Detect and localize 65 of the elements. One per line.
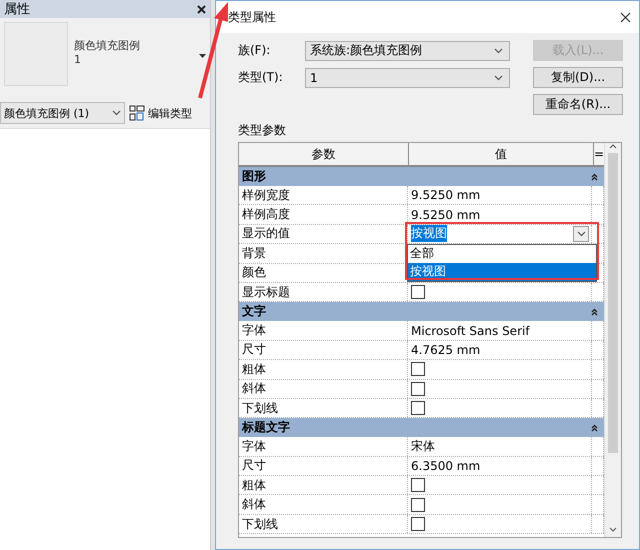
type-preview-thumbnail — [4, 22, 68, 86]
parameter-name: 显示标题 — [239, 282, 408, 302]
close-icon[interactable] — [620, 12, 631, 22]
group-header[interactable]: 图形 — [239, 167, 604, 186]
parameter-name: 样例高度 — [239, 205, 408, 224]
combo-box[interactable]: 1 — [305, 68, 510, 88]
scroll-up-icon[interactable] — [609, 143, 617, 149]
checkbox[interactable] — [411, 478, 425, 492]
parameter-name: 尺寸 — [239, 340, 408, 360]
checkbox[interactable] — [411, 285, 425, 300]
collapse-icon[interactable] — [591, 308, 598, 316]
field-label: 类型(T): — [238, 69, 284, 86]
value-text: 4.7625 mm — [411, 342, 480, 357]
collapse-icon[interactable] — [591, 172, 598, 180]
close-icon[interactable] — [197, 4, 206, 14]
parameter-name: 字体 — [239, 437, 408, 456]
value-text: 宋体 — [411, 438, 435, 455]
parameter-name: 下划线 — [239, 398, 408, 418]
section-label: 类型参数 — [238, 122, 287, 139]
parameter-name: 尺寸 — [239, 456, 408, 476]
scroll-down-icon[interactable] — [609, 527, 617, 533]
field-label: 族(F): — [238, 42, 272, 59]
checkbox[interactable] — [411, 401, 425, 416]
parameter-name: 颜色 — [239, 264, 408, 282]
chevron-down-icon — [494, 48, 503, 54]
checkbox[interactable] — [411, 517, 425, 532]
chevron-down-icon — [112, 110, 121, 116]
group-header[interactable]: 标题文字 — [239, 418, 604, 438]
dropdown-option[interactable]: 全部 — [408, 244, 596, 263]
chevron-down-icon — [494, 74, 503, 80]
value-text: Microsoft Sans Serif — [411, 324, 530, 338]
type-name: 1 — [74, 53, 82, 66]
group-header[interactable]: 文字 — [239, 302, 604, 322]
family-name: 颜色填充图例 — [74, 38, 141, 53]
value-text: 9.5250 mm — [411, 188, 480, 202]
chevron-down-icon — [576, 230, 586, 237]
type-selector[interactable]: 颜色填充图例 (1) — [0, 102, 125, 124]
parameter-name: 下划线 — [239, 514, 408, 534]
parameter-name: 字体 — [239, 321, 408, 340]
parameter-name: 斜体 — [239, 380, 408, 398]
parameter-name: 粗体 — [239, 360, 408, 379]
value-text: 9.5250 mm — [411, 208, 480, 222]
scrollbar[interactable] — [604, 143, 621, 537]
dropdown-button[interactable] — [573, 226, 589, 242]
panel-title: 属性 — [4, 1, 30, 18]
dialog-button[interactable]: 复制(D)... — [533, 67, 623, 88]
parameter-name: 背景 — [239, 244, 408, 263]
dialog-button[interactable]: 重命名(R)... — [533, 94, 623, 115]
column-header[interactable]: 值 — [409, 143, 594, 165]
collapse-icon[interactable] — [591, 424, 598, 432]
parameter-name: 斜体 — [239, 495, 408, 514]
parameter-name: 显示的值 — [239, 224, 408, 244]
dropdown-value[interactable]: 按视图 — [411, 225, 447, 242]
column-header[interactable]: 参数 — [239, 143, 409, 165]
edit-type-button[interactable]: 编辑类型 — [129, 105, 192, 121]
checkbox[interactable] — [411, 498, 425, 512]
parameter-name: 粗体 — [239, 476, 408, 494]
checkbox[interactable] — [411, 362, 425, 376]
edit-type-icon — [129, 105, 145, 121]
dropdown-triangle-icon[interactable] — [199, 54, 206, 58]
checkbox[interactable] — [411, 382, 425, 396]
value-text: 6.3500 mm — [411, 458, 480, 473]
dialog-title: 类型属性 — [228, 8, 276, 26]
combo-box[interactable]: 系统族:颜色填充图例 — [305, 40, 510, 60]
parameter-name: 样例宽度 — [239, 186, 408, 204]
